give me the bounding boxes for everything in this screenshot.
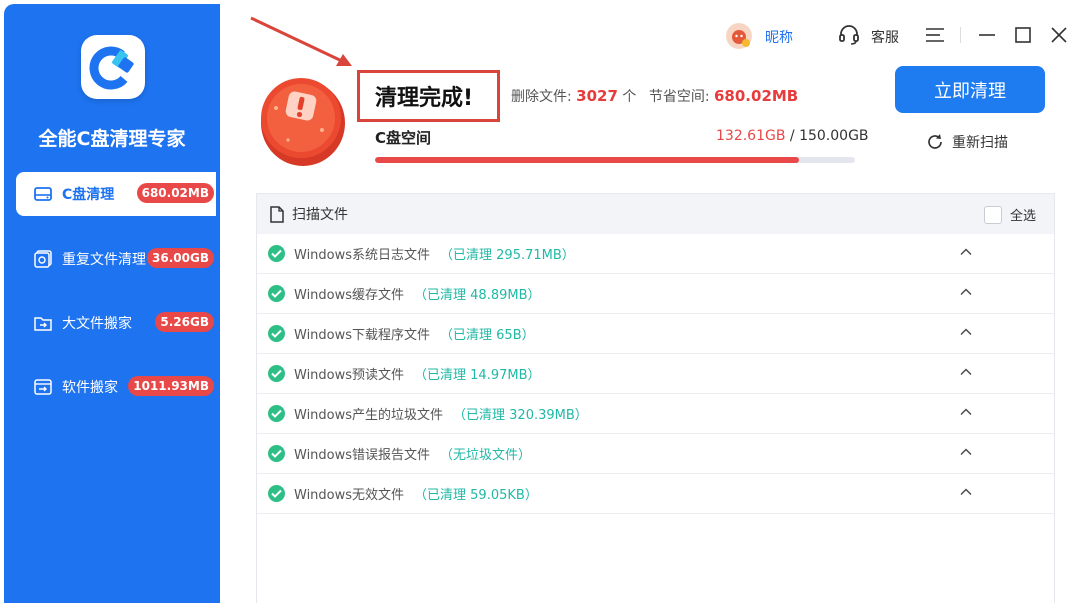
deleted-count: 3027 bbox=[576, 87, 618, 105]
item-status: （已清理 65B） bbox=[440, 328, 535, 343]
close-icon[interactable] bbox=[1048, 24, 1070, 46]
sidebar-item-label: 重复文件清理 bbox=[62, 252, 146, 268]
annotation-arrow-icon bbox=[250, 16, 352, 66]
drive-icon bbox=[34, 185, 52, 203]
software-move-icon bbox=[34, 378, 52, 396]
list-item[interactable]: Windows系统日志文件 （已清理 295.71MB） bbox=[257, 234, 1054, 274]
minimize-icon[interactable] bbox=[976, 24, 998, 46]
clean-stats: 删除文件: 3027 个 节省空间: 680.02MB bbox=[511, 86, 798, 106]
panel-title: 扫描文件 bbox=[292, 207, 348, 223]
sidebar-item-c-drive-clean[interactable]: C盘清理 680.02MB bbox=[16, 172, 216, 216]
item-name: Windows系统日志文件 bbox=[294, 248, 431, 263]
sidebar-item-software-move[interactable]: 软件搬家 1011.93MB bbox=[16, 365, 216, 409]
headset-icon[interactable] bbox=[838, 24, 860, 46]
rescan-label: 重新扫描 bbox=[952, 135, 1008, 151]
saved-value: 680.02MB bbox=[714, 87, 799, 105]
sidebar-item-label: 大文件搬家 bbox=[62, 316, 132, 332]
item-name: Windows错误报告文件 bbox=[294, 448, 431, 463]
chevron-up-icon[interactable] bbox=[960, 408, 972, 416]
check-circle-icon bbox=[268, 405, 285, 422]
chevron-up-icon[interactable] bbox=[960, 288, 972, 296]
deleted-unit: 个 bbox=[622, 89, 637, 105]
avatar[interactable] bbox=[726, 23, 752, 49]
list-item[interactable]: Windows缓存文件 （已清理 48.89MB） bbox=[257, 274, 1054, 314]
chevron-up-icon[interactable] bbox=[960, 328, 972, 336]
list-item[interactable]: Windows下载程序文件 （已清理 65B） bbox=[257, 314, 1054, 354]
clean-now-button[interactable]: 立即清理 bbox=[895, 66, 1045, 113]
menu-icon[interactable] bbox=[924, 24, 946, 46]
deleted-label: 删除文件: bbox=[511, 89, 572, 105]
clean-complete-title: 清理完成! bbox=[375, 86, 474, 111]
item-name: Windows无效文件 bbox=[294, 488, 405, 503]
list-item[interactable]: Windows无效文件 （已清理 59.05KB） bbox=[257, 474, 1054, 514]
item-name: Windows预读文件 bbox=[294, 368, 405, 383]
scan-files-panel: 扫描文件 全选 Windows系统日志文件 （已清理 295.71MB） Win… bbox=[256, 193, 1055, 603]
support-link[interactable]: 客服 bbox=[871, 27, 899, 47]
item-status: （已清理 320.39MB） bbox=[453, 408, 588, 423]
check-circle-icon bbox=[268, 325, 285, 342]
item-name: Windows产生的垃圾文件 bbox=[294, 408, 444, 423]
disk-total: 150.00GB bbox=[799, 128, 869, 144]
duplicate-files-icon bbox=[34, 250, 52, 268]
checkbox[interactable] bbox=[983, 205, 1002, 224]
disk-usage-bar bbox=[375, 157, 855, 163]
app-logo-icon bbox=[89, 46, 134, 90]
list-item[interactable]: Windows预读文件 （已清理 14.97MB） bbox=[257, 354, 1054, 394]
size-badge: 5.26GB bbox=[155, 312, 214, 332]
clean-complete-badge-icon bbox=[261, 78, 345, 166]
check-circle-icon bbox=[268, 365, 285, 382]
disk-usage: 132.61GB / 150.00GB bbox=[716, 128, 869, 144]
sidebar-item-large-file-move[interactable]: 大文件搬家 5.26GB bbox=[16, 301, 216, 345]
item-status: （已清理 14.97MB） bbox=[414, 368, 541, 383]
size-badge: 680.02MB bbox=[136, 183, 214, 203]
window-control-divider bbox=[960, 27, 961, 43]
check-circle-icon bbox=[268, 285, 285, 302]
disk-separator: / bbox=[785, 128, 800, 144]
app-name: 全能C盘清理专家 bbox=[38, 128, 186, 150]
item-name: Windows下载程序文件 bbox=[294, 328, 431, 343]
item-status: （已清理 295.71MB） bbox=[440, 248, 575, 263]
sidebar-item-label: C盘清理 bbox=[62, 187, 115, 203]
disk-label: C盘空间 bbox=[375, 129, 432, 147]
select-all-label: 全选 bbox=[1009, 209, 1036, 224]
saved-label: 节省空间: bbox=[648, 89, 710, 105]
maximize-icon[interactable] bbox=[1012, 24, 1034, 46]
check-circle-icon bbox=[268, 245, 285, 262]
app-logo bbox=[81, 35, 145, 99]
check-circle-icon bbox=[268, 485, 285, 502]
chevron-up-icon[interactable] bbox=[960, 448, 972, 456]
chevron-up-icon[interactable] bbox=[960, 488, 972, 496]
sidebar-item-duplicate-files[interactable]: 重复文件清理 36.00GB bbox=[16, 237, 216, 281]
size-badge: 36.00GB bbox=[147, 248, 214, 268]
disk-used: 132.61GB bbox=[716, 128, 786, 144]
item-status: （无垃圾文件） bbox=[440, 448, 532, 463]
item-status: （已清理 59.05KB） bbox=[414, 488, 538, 503]
chevron-up-icon[interactable] bbox=[960, 368, 972, 376]
refresh-icon bbox=[928, 134, 942, 149]
select-all-checkbox[interactable]: 全选 bbox=[983, 205, 1036, 224]
check-circle-icon bbox=[268, 445, 285, 462]
panel-header: 扫描文件 全选 bbox=[257, 194, 1054, 234]
size-badge: 1011.93MB bbox=[128, 376, 214, 396]
item-name: Windows缓存文件 bbox=[294, 288, 405, 303]
move-file-icon bbox=[34, 314, 52, 332]
list-item[interactable]: Windows错误报告文件 （无垃圾文件） bbox=[257, 434, 1054, 474]
disk-usage-fill bbox=[375, 157, 800, 163]
sidebar-item-label: 软件搬家 bbox=[62, 380, 118, 396]
rescan-button[interactable]: 重新扫描 bbox=[926, 132, 1008, 152]
list-item[interactable]: Windows产生的垃圾文件 （已清理 320.39MB） bbox=[257, 394, 1054, 434]
chevron-up-icon[interactable] bbox=[960, 248, 972, 256]
file-icon bbox=[270, 205, 284, 223]
item-status: （已清理 48.89MB） bbox=[414, 288, 541, 303]
nickname-link[interactable]: 昵称 bbox=[765, 27, 793, 47]
